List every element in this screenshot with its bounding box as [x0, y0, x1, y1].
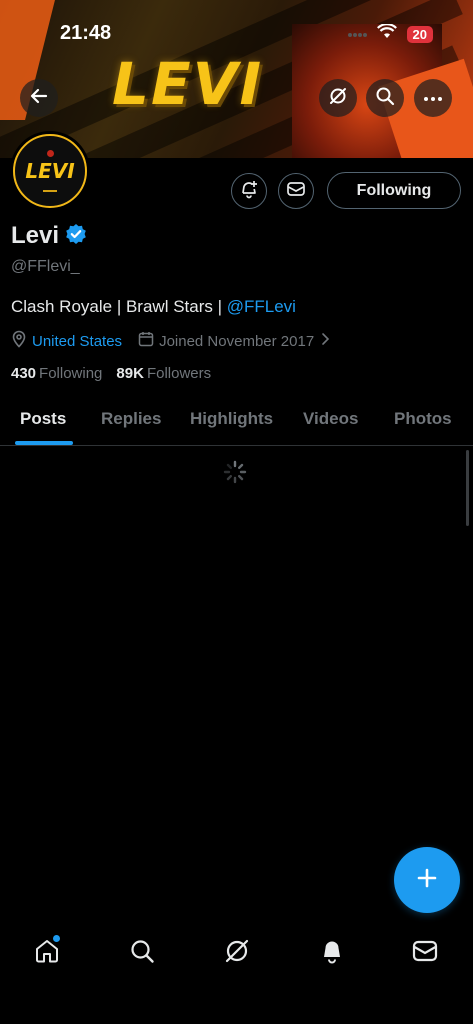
grok-icon [223, 937, 251, 970]
nav-home[interactable] [30, 936, 64, 970]
nav-messages[interactable] [408, 936, 442, 970]
bio-text: Clash Royale | Brawl Stars | [11, 297, 227, 316]
envelope-icon [411, 938, 439, 969]
chevron-right-icon[interactable] [320, 332, 330, 350]
followers-count-link[interactable]: 89K Followers [116, 365, 211, 382]
search-icon [128, 937, 156, 970]
verified-badge-icon[interactable] [65, 223, 87, 250]
bell-icon [318, 937, 346, 970]
plus-icon [415, 866, 439, 895]
location-pin-icon [11, 330, 27, 352]
tab-highlights[interactable]: Highlights [190, 409, 273, 429]
following-button[interactable]: Following [327, 172, 461, 209]
profile-avatar[interactable]: LEVI [10, 131, 90, 211]
banner-logo: LEVI [112, 50, 264, 118]
bio-mention-link[interactable]: @FFLevi [227, 297, 296, 316]
status-time: 21:48 [60, 22, 112, 44]
bio: Clash Royale | Brawl Stars | @FFLevi [11, 297, 296, 317]
search-button[interactable] [366, 79, 404, 117]
search-icon [375, 86, 395, 111]
display-name: Levi [11, 222, 60, 249]
tab-photos[interactable]: Photos [394, 409, 452, 429]
calendar-icon [138, 331, 154, 351]
more-icon [423, 89, 443, 107]
wifi-icon [376, 23, 397, 44]
location-link[interactable]: United States [32, 333, 122, 350]
loading-spinner-icon [223, 460, 247, 489]
active-tab-indicator [15, 441, 73, 445]
avatar-logo-text: LEVI [25, 159, 75, 183]
signal-icon [347, 25, 367, 43]
follow-counts: 430 Following 89K Followers [11, 365, 211, 382]
back-button[interactable] [20, 79, 58, 117]
grok-icon [328, 86, 348, 111]
nav-search[interactable] [125, 936, 159, 970]
envelope-icon [286, 180, 306, 203]
battery-indicator: 20 [406, 25, 433, 43]
grok-button[interactable] [319, 79, 357, 117]
user-handle: @FFlevi_ [11, 258, 80, 275]
bell-plus-icon [239, 179, 259, 204]
nav-notifications[interactable] [315, 936, 349, 970]
message-button[interactable] [278, 173, 314, 209]
avatar-dot [46, 150, 54, 157]
notifications-button[interactable] [231, 173, 267, 209]
scrollbar[interactable] [466, 450, 469, 526]
profile-meta: United States Joined November 2017 [11, 330, 330, 352]
bottom-navigation [0, 928, 473, 978]
avatar-underline [43, 190, 57, 192]
home-unread-dot [53, 935, 60, 942]
name-row: Levi [11, 222, 87, 250]
compose-button[interactable] [394, 847, 460, 913]
tab-posts[interactable]: Posts [20, 409, 66, 429]
profile-tabs: Posts Replies Highlights Videos Photos [0, 400, 473, 446]
nav-grok[interactable] [220, 936, 254, 970]
status-indicators: 20 [347, 23, 433, 44]
more-options-button[interactable] [414, 79, 452, 117]
tab-videos[interactable]: Videos [303, 409, 358, 429]
tab-replies[interactable]: Replies [101, 409, 161, 429]
following-count-link[interactable]: 430 Following [11, 365, 102, 382]
arrow-left-icon [29, 86, 49, 111]
joined-date: Joined November 2017 [159, 332, 315, 350]
